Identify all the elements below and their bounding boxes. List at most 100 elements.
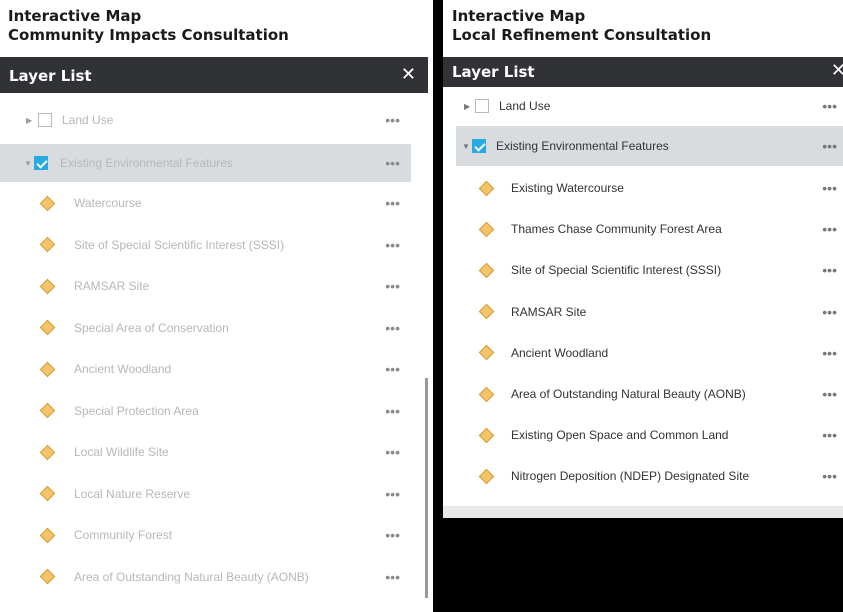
more-options-icon[interactable]: •••	[385, 320, 400, 336]
left-heading-line2: Community Impacts Consultation	[8, 26, 289, 44]
more-options-icon[interactable]: •••	[385, 403, 400, 419]
more-options-icon[interactable]: •••	[822, 180, 837, 196]
caret-down-icon[interactable]: ▼	[24, 159, 34, 168]
polygon-symbol-icon	[39, 485, 56, 502]
more-options-icon[interactable]: •••	[822, 427, 837, 443]
black-area	[443, 518, 843, 612]
layer-row[interactable]: Ancient Woodland •••	[0, 354, 428, 384]
polygon-symbol-icon	[478, 180, 495, 196]
checkbox-checked[interactable]	[34, 156, 48, 170]
more-options-icon[interactable]: •••	[385, 195, 400, 211]
left-layer-list-panel: Layer List ✕ ▶ Land Use ••• ▼ Existing E…	[0, 57, 428, 612]
layer-row[interactable]: Existing Open Space and Common Land •••	[443, 420, 843, 450]
checkbox-unchecked[interactable]	[475, 99, 489, 113]
polygon-symbol-icon	[39, 278, 56, 294]
more-options-icon[interactable]: •••	[822, 386, 837, 402]
layer-row[interactable]: Local Wildlife Site •••	[0, 437, 428, 467]
more-options-icon[interactable]: •••	[385, 569, 400, 585]
layer-row[interactable]: Watercourse •••	[0, 188, 428, 218]
more-options-icon[interactable]: •••	[385, 112, 400, 128]
more-options-icon[interactable]: •••	[385, 237, 400, 253]
caret-right-icon[interactable]: ▶	[464, 102, 474, 111]
layer-row[interactable]: Area of Outstanding Natural Beauty (AONB…	[0, 562, 428, 592]
layer-label: Local Nature Reserve	[74, 486, 191, 501]
left-panel-title: Layer List	[9, 67, 92, 85]
more-options-icon[interactable]: •••	[822, 304, 837, 320]
polygon-symbol-icon	[478, 303, 495, 320]
group-label: Existing Environmental Features	[496, 139, 669, 153]
layer-label: Special Area of Conservation	[74, 320, 229, 335]
caret-down-icon[interactable]: ▼	[462, 142, 472, 151]
right-close-icon[interactable]: ✕	[831, 60, 843, 81]
layer-label: Ancient Woodland	[511, 345, 609, 360]
polygon-symbol-icon	[478, 427, 495, 443]
checkbox-checked[interactable]	[472, 139, 486, 153]
polygon-symbol-icon	[478, 221, 495, 237]
polygon-symbol-icon	[39, 236, 56, 253]
polygon-symbol-icon	[478, 262, 495, 279]
right-group-env[interactable]: ▼ Existing Environmental Features •••	[456, 126, 843, 166]
polygon-symbol-icon	[39, 195, 56, 211]
layer-row[interactable]: RAMSAR Site •••	[0, 271, 428, 301]
more-options-icon[interactable]: •••	[822, 98, 837, 114]
more-options-icon[interactable]: •••	[822, 468, 837, 484]
more-options-icon[interactable]: •••	[822, 138, 837, 154]
polygon-symbol-icon	[39, 527, 56, 543]
layer-row[interactable]: Nitrogen Deposition (NDEP) Designated Si…	[443, 461, 843, 491]
right-panel-title: Layer List	[452, 63, 535, 81]
more-options-icon[interactable]: •••	[385, 486, 400, 502]
more-options-icon[interactable]: •••	[385, 527, 400, 543]
more-options-icon[interactable]: •••	[385, 361, 400, 377]
right-heading: Interactive Map Local Refinement Consult…	[452, 7, 711, 45]
layer-label: Site of Special Scientific Interest (SSS…	[74, 237, 285, 252]
scrollbar[interactable]	[425, 378, 428, 598]
layer-label: RAMSAR Site	[74, 279, 150, 293]
polygon-symbol-icon	[39, 402, 56, 419]
polygon-symbol-icon	[39, 361, 56, 377]
layer-label: Area of Outstanding Natural Beauty (AONB…	[511, 387, 746, 401]
checkbox-unchecked[interactable]	[38, 113, 52, 127]
layer-row[interactable]: Area of Outstanding Natural Beauty (AONB…	[443, 379, 843, 409]
polygon-symbol-icon	[39, 444, 56, 460]
left-titlebar: Layer List ✕	[0, 57, 428, 93]
right-layer-list-panel: Layer List ✕ ▶ Land Use ••• ▼ Existing E…	[443, 57, 843, 518]
layer-row[interactable]: Thames Chase Community Forest Area •••	[443, 214, 843, 244]
layer-row[interactable]: Ancient Woodland •••	[443, 338, 843, 368]
group-label: Land Use	[499, 99, 551, 113]
right-heading-line2: Local Refinement Consultation	[452, 26, 712, 44]
layer-label: Ancient Woodland	[74, 362, 172, 376]
polygon-symbol-icon	[39, 319, 56, 336]
black-divider	[433, 0, 443, 612]
layer-label: Thames Chase Community Forest Area	[511, 222, 722, 237]
left-group-env[interactable]: ▼ Existing Environmental Features •••	[0, 144, 411, 182]
left-heading-line1: Interactive Map	[8, 7, 142, 25]
more-options-icon[interactable]: •••	[385, 155, 400, 171]
polygon-symbol-icon	[478, 468, 495, 485]
layer-row[interactable]: Existing Watercourse •••	[443, 173, 843, 203]
more-options-icon[interactable]: •••	[385, 444, 400, 460]
polygon-symbol-icon	[478, 386, 495, 402]
layer-label: Existing Open Space and Common Land	[511, 428, 729, 443]
layer-row[interactable]: Community Forest •••	[0, 520, 428, 550]
layer-label: Local Wildlife Site	[74, 445, 169, 459]
more-options-icon[interactable]: •••	[822, 345, 837, 361]
right-group-land-use[interactable]: ▶ Land Use •••	[443, 91, 843, 121]
layer-label: Community Forest	[74, 528, 173, 542]
layer-row[interactable]: Local Nature Reserve •••	[0, 479, 428, 509]
more-options-icon[interactable]: •••	[822, 221, 837, 237]
layer-row[interactable]: Special Protection Area •••	[0, 396, 428, 426]
right-titlebar: Layer List ✕	[443, 57, 843, 87]
layer-row[interactable]: Site of Special Scientific Interest (SSS…	[443, 255, 843, 285]
polygon-symbol-icon	[39, 568, 56, 585]
left-heading: Interactive Map Community Impacts Consul…	[8, 7, 289, 45]
more-options-icon[interactable]: •••	[385, 278, 400, 294]
layer-row[interactable]: RAMSAR Site •••	[443, 297, 843, 327]
right-heading-line1: Interactive Map	[452, 7, 586, 25]
more-options-icon[interactable]: •••	[822, 262, 837, 278]
layer-label: RAMSAR Site	[511, 304, 587, 319]
layer-row[interactable]: Site of Special Scientific Interest (SSS…	[0, 230, 428, 260]
left-close-icon[interactable]: ✕	[401, 64, 416, 85]
left-group-land-use[interactable]: ▶ Land Use •••	[0, 105, 428, 135]
layer-row[interactable]: Special Area of Conservation •••	[0, 313, 428, 343]
caret-right-icon[interactable]: ▶	[26, 116, 36, 125]
